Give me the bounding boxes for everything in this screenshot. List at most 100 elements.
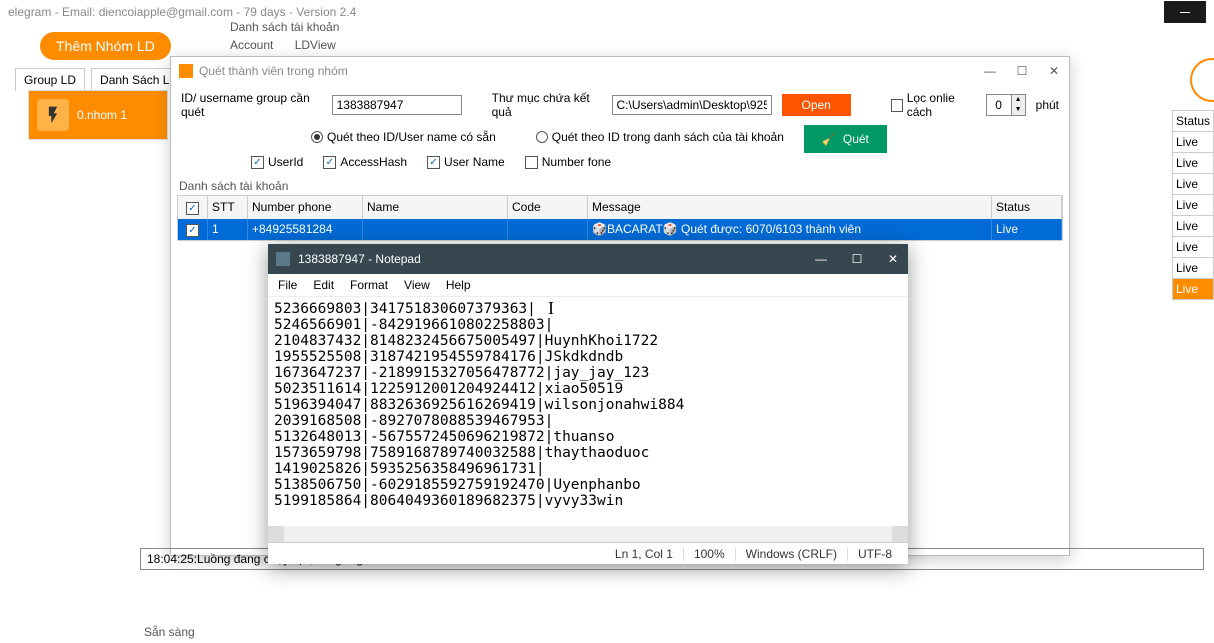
- accounts-subhead: Danh sách tài khoản: [171, 177, 1069, 195]
- input-folder[interactable]: [612, 95, 772, 115]
- right-round-button[interactable]: [1190, 58, 1214, 102]
- status-bar: Sẵn sàng: [140, 621, 199, 643]
- checkbox-row: UserId AccessHash User Name Number fone: [251, 153, 1069, 177]
- dialog-icon: [179, 64, 193, 78]
- chk-username[interactable]: User Name: [427, 155, 505, 169]
- status-cell: Live: [1172, 174, 1214, 195]
- notepad-icon: [276, 252, 290, 266]
- dialog-title: Quét thành viên trong nhóm: [199, 64, 348, 78]
- col-code[interactable]: Code: [508, 196, 588, 219]
- status-cell: Live: [1172, 216, 1214, 237]
- maximize-icon[interactable]: ☐: [850, 252, 864, 266]
- menu-edit[interactable]: Edit: [313, 278, 334, 292]
- cell-msg: 🎲BACARAT🎲 Quét được: 6070/6103 thành viê…: [588, 219, 992, 240]
- col-phone[interactable]: Number phone: [248, 196, 363, 219]
- sublabel-account: Account: [230, 38, 273, 52]
- broom-icon: 🧹: [822, 132, 837, 146]
- col-check[interactable]: [178, 196, 208, 219]
- notepad-menu: File Edit Format View Help: [268, 274, 908, 297]
- group-item-label: 0.nhom 1: [77, 108, 127, 122]
- notepad-title: 1383887947 - Notepad: [298, 252, 421, 266]
- filter-value[interactable]: [987, 98, 1011, 112]
- cell-name: [363, 219, 508, 240]
- status-position: Ln 1, Col 1: [605, 547, 683, 561]
- col-stt[interactable]: STT: [208, 196, 248, 219]
- minimize-button[interactable]: [1164, 1, 1206, 23]
- status-crlf: Windows (CRLF): [735, 547, 847, 561]
- status-encoding: UTF-8: [847, 547, 902, 561]
- cell-code: [508, 219, 588, 240]
- radio-option-1[interactable]: Quét theo ID/User name có sẵn: [311, 130, 496, 144]
- filter-label: Lọc onlie cách: [907, 91, 976, 119]
- window-controls: [1164, 1, 1206, 23]
- dialog-controls: — ☐ ✕: [983, 64, 1061, 78]
- scan-button[interactable]: 🧹 Quét: [804, 125, 887, 153]
- label-id-group: ID/ username group cần quét: [181, 91, 322, 119]
- spin-up-icon[interactable]: ▲: [1011, 95, 1025, 105]
- add-group-button[interactable]: Thêm Nhóm LD: [40, 32, 171, 60]
- minimize-icon[interactable]: —: [983, 64, 997, 78]
- status-cell: Live: [1172, 195, 1214, 216]
- status-cell: Live: [1172, 237, 1214, 258]
- accounts-label: Danh sách tài khoản: [230, 20, 339, 34]
- menu-format[interactable]: Format: [350, 278, 388, 292]
- maximize-icon[interactable]: ☐: [1015, 64, 1029, 78]
- menu-view[interactable]: View: [404, 278, 430, 292]
- notepad-window: 1383887947 - Notepad — ☐ ✕ File Edit For…: [268, 244, 908, 564]
- status-cell: Live: [1172, 132, 1214, 153]
- group-list: 0.nhom 1: [28, 90, 168, 140]
- col-status[interactable]: Status: [992, 196, 1062, 219]
- menu-help[interactable]: Help: [446, 278, 471, 292]
- col-name[interactable]: Name: [363, 196, 508, 219]
- check-icon: [323, 156, 336, 169]
- cell-phone: +84925581284: [248, 219, 363, 240]
- filter-spinner[interactable]: ▲▼: [986, 94, 1026, 116]
- row-check[interactable]: [186, 224, 199, 237]
- dialog-row-1: ID/ username group cần quét Thư mục chứa…: [171, 85, 1069, 125]
- chk-numberfone[interactable]: Number fone: [525, 155, 611, 169]
- filter-checkbox-label[interactable]: Lọc onlie cách: [891, 91, 976, 119]
- open-button[interactable]: Open: [782, 94, 851, 116]
- horizontal-scrollbar[interactable]: [268, 526, 908, 542]
- notepad-text-area[interactable]: 5236669803|341751830607379363| 524656690…: [268, 297, 908, 526]
- status-cell: Live: [1172, 258, 1214, 279]
- label-folder: Thư mục chứa kết quả: [492, 91, 602, 119]
- check-icon: [186, 202, 199, 215]
- col-msg[interactable]: Message: [588, 196, 992, 219]
- label-phut: phút: [1036, 98, 1059, 112]
- accounts-grid: STT Number phone Name Code Message Statu…: [177, 195, 1063, 241]
- left-tabs: Group LD Danh Sách LD: [15, 68, 187, 91]
- close-icon[interactable]: ✕: [1047, 64, 1061, 78]
- main-title: elegram - Email: diencoiapple@gmail.com …: [8, 5, 356, 19]
- status-cell: Live: [1172, 153, 1214, 174]
- chk-accesshash[interactable]: AccessHash: [323, 155, 407, 169]
- radio-row: Quét theo ID/User name có sẵn Quét theo …: [311, 126, 784, 152]
- check-icon: [427, 156, 440, 169]
- spin-down-icon[interactable]: ▼: [1011, 105, 1025, 115]
- grid-header: STT Number phone Name Code Message Statu…: [178, 196, 1062, 219]
- sublabel-ldview: LDView: [295, 38, 336, 52]
- radio-icon: [536, 131, 548, 143]
- minimize-icon[interactable]: —: [814, 252, 828, 266]
- check-icon: [251, 156, 264, 169]
- filter-checkbox[interactable]: [891, 99, 903, 112]
- cell-status: Live: [992, 219, 1062, 240]
- dialog-titlebar[interactable]: Quét thành viên trong nhóm — ☐ ✕: [171, 57, 1069, 85]
- input-group-id[interactable]: [332, 95, 462, 115]
- chk-userid[interactable]: UserId: [251, 155, 303, 169]
- check-icon: [525, 156, 538, 169]
- radio-option-2[interactable]: Quét theo ID trong danh sách của tài kho…: [536, 130, 784, 144]
- notepad-statusbar: Ln 1, Col 1 100% Windows (CRLF) UTF-8: [268, 542, 908, 564]
- group-item[interactable]: 0.nhom 1: [29, 91, 167, 139]
- text-cursor-icon: I: [548, 298, 554, 319]
- accounts-sublabels: Account LDView: [230, 38, 354, 52]
- status-zoom: 100%: [683, 547, 735, 561]
- right-status-column: Status Live Live Live Live Live Live Liv…: [1172, 110, 1214, 300]
- status-cell-active: Live: [1172, 279, 1214, 300]
- menu-file[interactable]: File: [278, 278, 297, 292]
- notepad-titlebar[interactable]: 1383887947 - Notepad — ☐ ✕: [268, 244, 908, 274]
- radio-icon: [311, 131, 323, 143]
- close-icon[interactable]: ✕: [886, 252, 900, 266]
- table-row[interactable]: 1 +84925581284 🎲BACARAT🎲 Quét được: 6070…: [178, 219, 1062, 240]
- tab-group-ld[interactable]: Group LD: [15, 68, 85, 91]
